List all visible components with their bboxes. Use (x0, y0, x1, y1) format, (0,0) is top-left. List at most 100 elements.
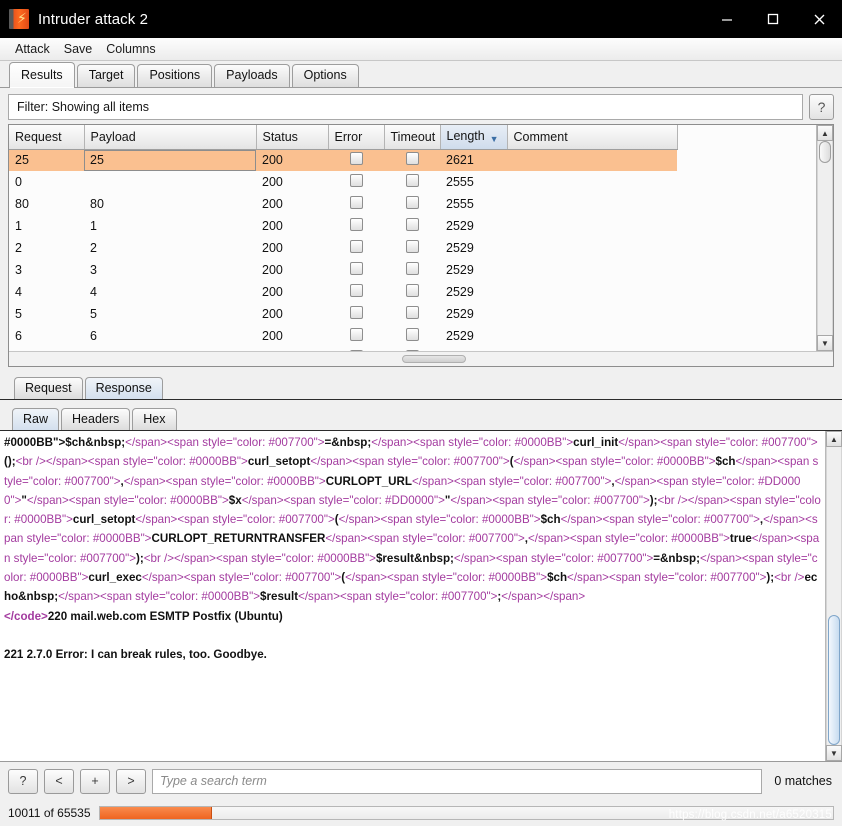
tab-request[interactable]: Request (14, 377, 83, 399)
checkbox-icon[interactable] (350, 328, 363, 341)
checkbox-icon[interactable] (406, 328, 419, 341)
cell-comment (507, 303, 677, 325)
cell-error[interactable] (328, 325, 384, 347)
column-header-status[interactable]: Status (256, 125, 328, 149)
cell-error[interactable] (328, 303, 384, 325)
cell-error[interactable] (328, 281, 384, 303)
search-add-button[interactable]: + (80, 769, 110, 794)
close-icon[interactable] (796, 0, 842, 38)
checkbox-icon[interactable] (406, 174, 419, 187)
column-header-error[interactable]: Error (328, 125, 384, 149)
cell-error[interactable] (328, 171, 384, 193)
checkbox-icon[interactable] (406, 262, 419, 275)
tab-payloads[interactable]: Payloads (214, 64, 289, 87)
minimize-icon[interactable] (704, 0, 750, 38)
cell-status: 200 (256, 281, 328, 303)
results-horizontal-scrollbar[interactable] (9, 351, 833, 366)
menu-item-save[interactable]: Save (57, 40, 100, 58)
response-scroll-track[interactable] (826, 447, 842, 745)
table-row[interactable]: 112002529 (9, 215, 677, 237)
cell-timeout[interactable] (384, 193, 440, 215)
search-next-button[interactable]: > (116, 769, 146, 794)
tab-target[interactable]: Target (77, 64, 136, 87)
checkbox-icon[interactable] (350, 196, 363, 209)
checkbox-icon[interactable] (406, 306, 419, 319)
table-row[interactable]: 442002529 (9, 281, 677, 303)
maximize-icon[interactable] (750, 0, 796, 38)
search-input[interactable]: Type a search term (152, 769, 762, 794)
checkbox-icon[interactable] (406, 240, 419, 253)
checkbox-icon[interactable] (350, 262, 363, 275)
tab-results[interactable]: Results (9, 62, 75, 87)
cell-timeout[interactable] (384, 325, 440, 347)
table-row[interactable]: 332002529 (9, 259, 677, 281)
cell-error[interactable] (328, 215, 384, 237)
tab-raw[interactable]: Raw (12, 408, 59, 430)
table-row[interactable]: 80802002555 (9, 193, 677, 215)
tab-options[interactable]: Options (292, 64, 359, 87)
search-help-button[interactable]: ? (8, 769, 38, 794)
cell-timeout[interactable] (384, 149, 440, 171)
column-header-timeout[interactable]: Timeout (384, 125, 440, 149)
column-header-request[interactable]: Request (9, 125, 84, 149)
results-scroll-thumb[interactable] (819, 141, 831, 163)
search-prev-button[interactable]: < (44, 769, 74, 794)
checkbox-icon[interactable] (350, 240, 363, 253)
response-vertical-scrollbar[interactable]: ▲ ▼ (825, 431, 842, 761)
markup-tag-text: </span> (454, 552, 496, 565)
column-header-length[interactable]: ▼Length (440, 125, 507, 149)
cell-timeout[interactable] (384, 215, 440, 237)
response-scroll-down-icon[interactable]: ▼ (826, 745, 842, 761)
cell-error[interactable] (328, 149, 384, 171)
checkbox-icon[interactable] (350, 174, 363, 187)
cell-timeout[interactable] (384, 281, 440, 303)
response-scroll-up-icon[interactable]: ▲ (826, 431, 842, 447)
tab-response[interactable]: Response (85, 377, 163, 399)
table-row[interactable]: 662002529 (9, 325, 677, 347)
cell-error[interactable] (328, 237, 384, 259)
tab-headers[interactable]: Headers (61, 408, 130, 430)
markup-tag-text: </span> (125, 436, 167, 449)
markup-tag-text: </span> (735, 455, 777, 468)
response-scroll-thumb[interactable] (828, 615, 840, 745)
results-vertical-scrollbar[interactable]: ▲ ▼ (816, 125, 833, 351)
scroll-down-icon[interactable]: ▼ (817, 335, 833, 351)
checkbox-icon[interactable] (350, 218, 363, 231)
menu-item-columns[interactable]: Columns (99, 40, 162, 58)
results-hscroll-thumb[interactable] (402, 355, 466, 363)
cell-error[interactable] (328, 193, 384, 215)
markup-content-text: CURLOPT_RETURNTRANSFER (151, 532, 325, 545)
column-header-comment[interactable]: Comment (507, 125, 677, 149)
filter-field[interactable]: Filter: Showing all items (8, 94, 803, 120)
results-scroll-track[interactable] (817, 141, 833, 335)
cell-timeout[interactable] (384, 259, 440, 281)
table-row[interactable]: 552002529 (9, 303, 677, 325)
checkbox-icon[interactable] (406, 284, 419, 297)
tab-positions[interactable]: Positions (137, 64, 212, 87)
checkbox-icon[interactable] (406, 152, 419, 165)
cell-timeout[interactable] (384, 303, 440, 325)
checkbox-icon[interactable] (350, 152, 363, 165)
column-header-payload[interactable]: Payload (84, 125, 256, 149)
checkbox-icon[interactable] (406, 218, 419, 231)
markup-tag-text: <span style="color: #0000BB"> (69, 494, 229, 507)
title-bar: ⚡ Intruder attack 2 (0, 0, 842, 38)
table-row[interactable]: 25252002621 (9, 149, 677, 171)
cell-timeout[interactable] (384, 237, 440, 259)
checkbox-icon[interactable] (350, 306, 363, 319)
cell-error[interactable] (328, 259, 384, 281)
cell-status: 200 (256, 193, 328, 215)
table-row[interactable]: 222002529 (9, 237, 677, 259)
markup-tag-text: </span> (700, 552, 742, 565)
tab-hex[interactable]: Hex (132, 408, 176, 430)
results-table-viewport[interactable]: Request Payload Status Error Timeout ▼Le… (9, 125, 816, 351)
menu-item-attack[interactable]: Attack (8, 40, 57, 58)
checkbox-icon[interactable] (350, 284, 363, 297)
table-row[interactable]: 02002555 (9, 171, 677, 193)
markup-tag-text: </code> (4, 610, 48, 623)
scroll-up-icon[interactable]: ▲ (817, 125, 833, 141)
cell-timeout[interactable] (384, 171, 440, 193)
response-raw-text[interactable]: #0000BB">$ch&nbsp;</span><span style="co… (0, 431, 825, 761)
filter-help-button[interactable]: ? (809, 94, 834, 120)
checkbox-icon[interactable] (406, 196, 419, 209)
